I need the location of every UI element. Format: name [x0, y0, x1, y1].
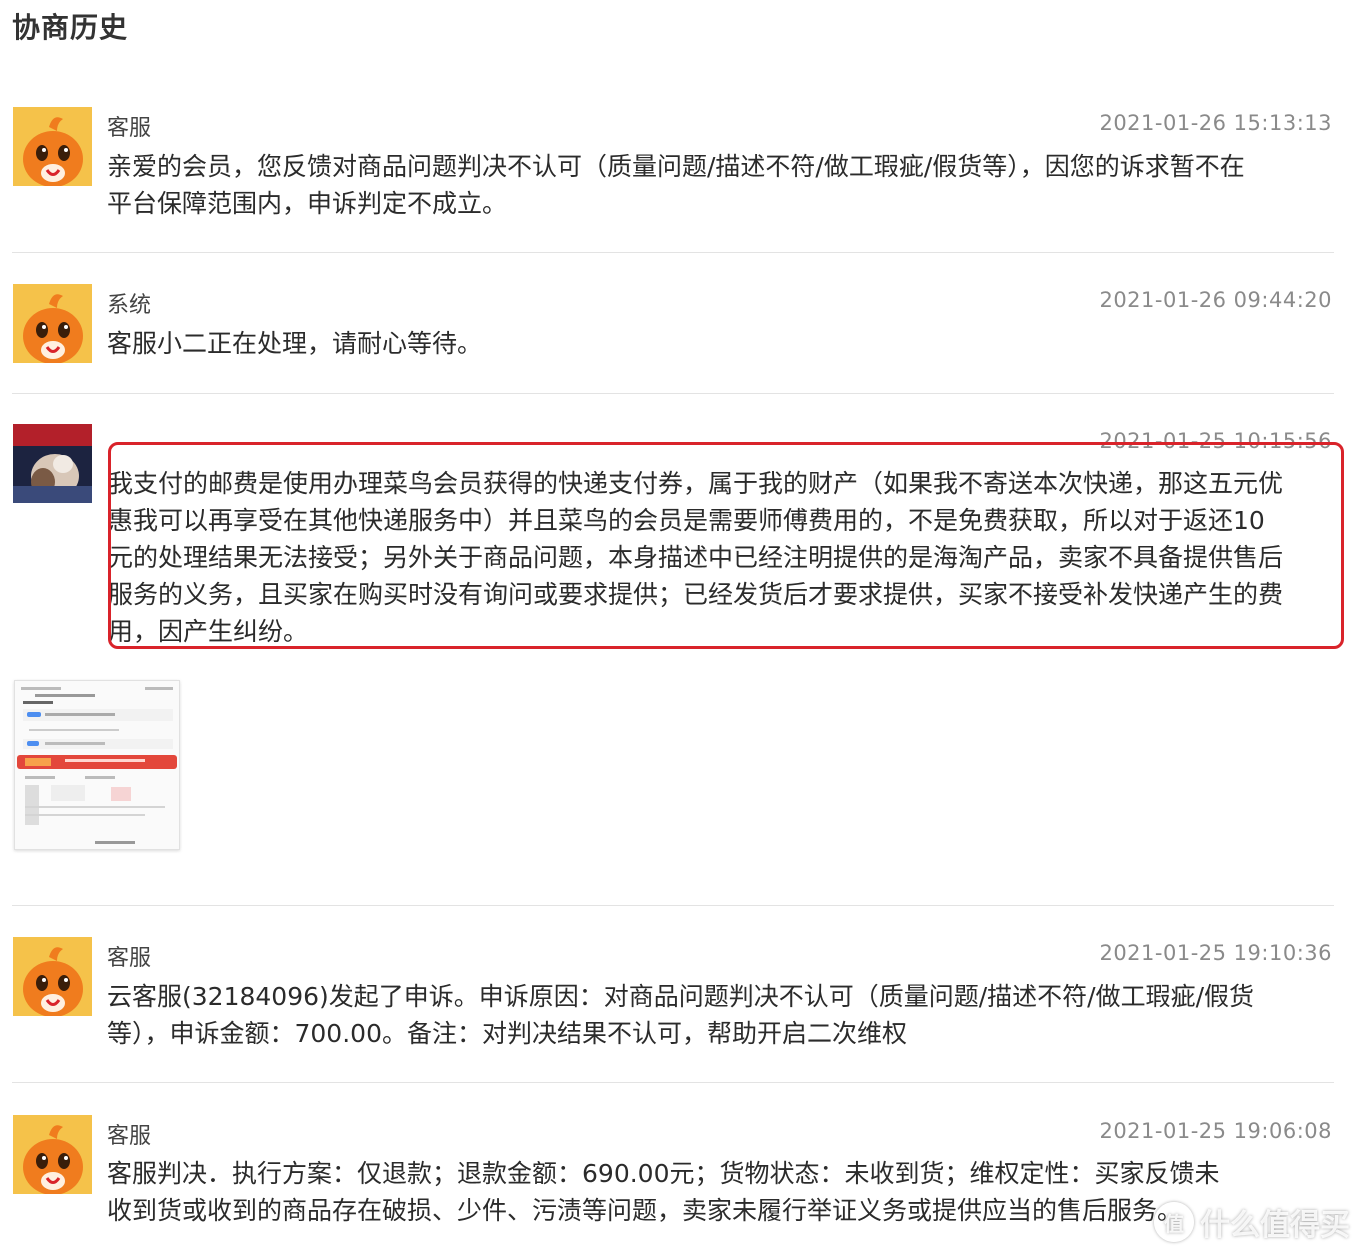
timestamp: 2021-01-25 19:10:36	[1099, 941, 1332, 965]
divider	[12, 252, 1334, 253]
author-name: 客服	[107, 116, 152, 141]
timestamp: 2021-01-26 09:44:20	[1099, 288, 1332, 312]
message-line: 云客服(32184096)发起了申诉。申诉原因：对商品问题判决不认可（质量问题/…	[107, 982, 1255, 1011]
divider	[12, 393, 1334, 394]
timestamp: 2021-01-25 19:06:08	[1099, 1119, 1332, 1143]
message-text: 亲爱的会员，您反馈对商品问题判决不认可（质量问题/描述不符/做工瑕疵/假货等），…	[107, 148, 1337, 222]
mascot-avatar-icon	[13, 937, 92, 1016]
message-line: 收到货或收到的商品存在破损、少件、污渍等问题，卖家未履行举证义务或提供应当的售后…	[107, 1196, 1183, 1225]
message-text: 客服判决．执行方案：仅退款；退款金额：690.00元；货物状态：未收到货；维权定…	[107, 1155, 1337, 1229]
message-line: 客服判决．执行方案：仅退款；退款金额：690.00元；货物状态：未收到货；维权定…	[107, 1159, 1220, 1188]
mascot-avatar-icon	[13, 284, 92, 363]
divider	[12, 1082, 1334, 1083]
watermark-logo-icon: 值	[1154, 1202, 1194, 1242]
message-line: 客服小二正在处理，请耐心等待。	[107, 329, 483, 358]
user-avatar-icon[interactable]	[13, 424, 92, 503]
watermark-text: 什么值得买	[1200, 1208, 1350, 1243]
highlight-box	[108, 442, 1344, 649]
page-title: 协商历史	[12, 11, 129, 44]
message-text: 云客服(32184096)发起了申诉。申诉原因：对商品问题判决不认可（质量问题/…	[107, 978, 1337, 1052]
message-text: 客服小二正在处理，请耐心等待。	[107, 325, 1337, 362]
watermark: 值 什么值得买	[1154, 1200, 1350, 1244]
message-line: 亲爱的会员，您反馈对商品问题判决不认可（质量问题/描述不符/做工瑕疵/假货等），…	[107, 152, 1245, 181]
timestamp: 2021-01-26 15:13:13	[1099, 111, 1332, 135]
divider	[12, 905, 1334, 906]
author-name: 客服	[107, 946, 152, 971]
mascot-avatar-icon	[13, 107, 92, 186]
author-name: 客服	[107, 1124, 152, 1149]
attachment-thumbnail[interactable]	[14, 680, 180, 850]
mascot-avatar-icon	[13, 1115, 92, 1194]
author-name: 系统	[107, 293, 152, 318]
message-line: 平台保障范围内，申诉判定不成立。	[107, 189, 508, 218]
message-line: 等），申诉金额：700.00。备注：对判决结果不认可，帮助开启二次维权	[107, 1019, 907, 1048]
